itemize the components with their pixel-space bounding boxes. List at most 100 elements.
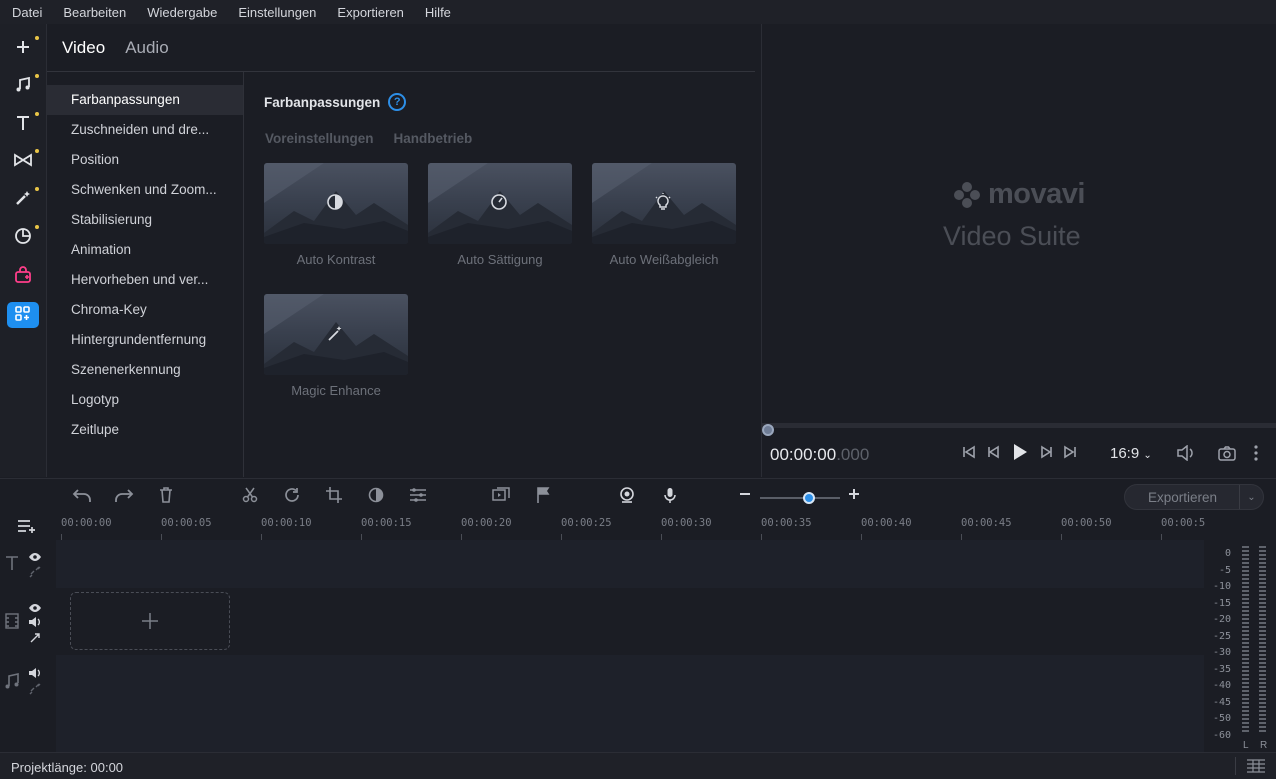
category-list: Farbanpassungen Zuschneiden und dre... P… <box>47 72 244 477</box>
playback-progress-bar[interactable] <box>762 423 1276 428</box>
preset-auto-kontrast[interactable]: Auto Kontrast <box>264 163 408 267</box>
vertical-divider <box>1235 757 1236 775</box>
menu-einstellungen[interactable]: Einstellungen <box>226 5 325 20</box>
panel-tabs: Video Audio <box>62 38 169 58</box>
ruler-tick-label: 00:00:5 <box>1161 517 1206 529</box>
color-adjust-button[interactable] <box>368 487 384 508</box>
menu-exportieren[interactable]: Exportieren <box>325 5 412 20</box>
play-button[interactable] <box>1012 443 1028 464</box>
category-item-logotyp[interactable]: Logotyp <box>47 385 243 415</box>
menu-datei[interactable]: Datei <box>0 5 51 20</box>
music-icon <box>4 672 20 693</box>
timeline-toolbar: Exportieren ⌄ <box>0 478 1276 512</box>
text-track[interactable] <box>56 540 1204 588</box>
stickers-tool-button[interactable] <box>7 224 39 250</box>
category-item-chroma-key[interactable]: Chroma-Key <box>47 295 243 325</box>
zoom-in-button[interactable] <box>848 486 860 507</box>
crop-icon <box>326 487 342 503</box>
ruler-tick-label: 00:00:15 <box>361 517 412 529</box>
zoom-slider-handle[interactable] <box>803 492 815 504</box>
export-button[interactable]: Exportieren ⌄ <box>1124 484 1264 510</box>
clip-properties-button[interactable] <box>409 487 427 508</box>
eye-icon[interactable] <box>28 550 42 565</box>
import-tool-button[interactable] <box>7 35 39 61</box>
video-track-header <box>0 588 56 655</box>
menu-bearbeiten[interactable]: Bearbeiten <box>51 5 135 20</box>
add-track-icon[interactable] <box>17 518 37 537</box>
delete-button[interactable] <box>159 487 173 508</box>
meter-scale-label: -30 <box>1212 647 1231 659</box>
audio-track[interactable] <box>56 655 1204 752</box>
category-item-zuschneiden[interactable]: Zuschneiden und dre... <box>47 115 243 145</box>
preset-thumbnail <box>264 294 408 375</box>
skip-end-button[interactable] <box>1063 445 1077 462</box>
effects-tool-button[interactable] <box>7 186 39 212</box>
category-content: Farbanpassungen ? Voreinstellungen Handb… <box>264 72 759 477</box>
redo-button[interactable] <box>114 487 134 508</box>
category-item-schwenken[interactable]: Schwenken und Zoom... <box>47 175 243 205</box>
contrast-icon <box>326 193 346 213</box>
webcam-button[interactable] <box>619 487 635 508</box>
tab-handbetrieb[interactable]: Handbetrieb <box>394 131 473 146</box>
category-item-farbanpassungen[interactable]: Farbanpassungen <box>47 85 243 115</box>
more-tools-button[interactable] <box>7 302 39 328</box>
zoom-out-button[interactable] <box>739 486 751 507</box>
meter-scale-label: -20 <box>1212 614 1231 626</box>
plus-icon <box>849 489 859 499</box>
zoom-slider-track[interactable] <box>760 497 840 499</box>
category-item-animation[interactable]: Animation <box>47 235 243 265</box>
rotate-icon <box>285 488 299 502</box>
add-media-button[interactable] <box>70 592 230 650</box>
preset-auto-saettigung[interactable]: Auto Sättigung <box>428 163 572 267</box>
category-item-hervorheben[interactable]: Hervorheben und ver... <box>47 265 243 295</box>
playhead-knob[interactable] <box>762 424 774 436</box>
unlink-icon[interactable] <box>29 683 41 698</box>
tab-voreinstellungen[interactable]: Voreinstellungen <box>265 131 374 146</box>
rotate-button[interactable] <box>283 487 301 508</box>
unlink-icon[interactable] <box>29 566 41 581</box>
marker-button[interactable] <box>536 487 550 508</box>
undo-button[interactable] <box>72 487 92 508</box>
category-item-stabilisierung[interactable]: Stabilisierung <box>47 205 243 235</box>
music-tool-button[interactable] <box>7 73 39 99</box>
timeline-ruler[interactable]: 00:00:00 00:00:05 00:00:10 00:00:15 00:00:20… <box>0 512 1206 540</box>
preset-magic-enhance[interactable]: Magic Enhance <box>264 294 408 398</box>
eye-icon[interactable] <box>28 601 42 616</box>
menu-hilfe[interactable]: Hilfe <box>413 5 460 20</box>
next-frame-button[interactable] <box>1039 445 1053 462</box>
meter-right-bar <box>1259 546 1266 734</box>
more-options-button[interactable] <box>1254 445 1258 464</box>
layout-toggle-icon[interactable] <box>1246 758 1266 777</box>
transitions-tool-button[interactable] <box>7 148 39 174</box>
aspect-ratio-select[interactable]: 16:9 ⌄ <box>1110 445 1152 462</box>
category-item-position[interactable]: Position <box>47 145 243 175</box>
tab-video[interactable]: Video <box>62 38 105 58</box>
skip-start-button[interactable] <box>962 445 976 462</box>
link-icon[interactable] <box>29 632 41 647</box>
category-item-szenenerkennung[interactable]: Szenenerkennung <box>47 355 243 385</box>
trash-icon <box>160 487 172 503</box>
text-track-header <box>0 540 56 588</box>
tools-panel: Video Audio Farbanpassungen Zuschneiden … <box>47 24 760 477</box>
chevron-down-icon[interactable]: ⌄ <box>1239 485 1263 509</box>
help-icon[interactable]: ? <box>388 93 407 111</box>
undo-icon <box>72 489 91 502</box>
transition-wizard-button[interactable] <box>492 487 510 508</box>
menu-wiedergabe[interactable]: Wiedergabe <box>135 5 226 20</box>
snapshot-button[interactable] <box>1218 445 1236 464</box>
store-tool-button[interactable] <box>7 263 39 289</box>
preset-auto-weissabgleich[interactable]: Auto Weißabgleich <box>592 163 736 267</box>
titles-tool-button[interactable] <box>7 111 39 137</box>
volume-icon[interactable] <box>28 616 42 631</box>
volume-button[interactable] <box>1176 444 1196 464</box>
cut-button[interactable] <box>242 487 258 508</box>
crop-button[interactable] <box>326 487 342 508</box>
record-audio-button[interactable] <box>664 487 676 508</box>
category-item-hintergrundentfernung[interactable]: Hintergrundentfernung <box>47 325 243 355</box>
volume-icon[interactable] <box>28 667 42 682</box>
preset-label: Magic Enhance <box>291 383 381 398</box>
prev-frame-button[interactable] <box>987 445 1001 462</box>
category-item-zeitlupe[interactable]: Zeitlupe <box>47 415 243 445</box>
notification-dot <box>35 74 39 78</box>
tab-audio[interactable]: Audio <box>125 38 168 58</box>
